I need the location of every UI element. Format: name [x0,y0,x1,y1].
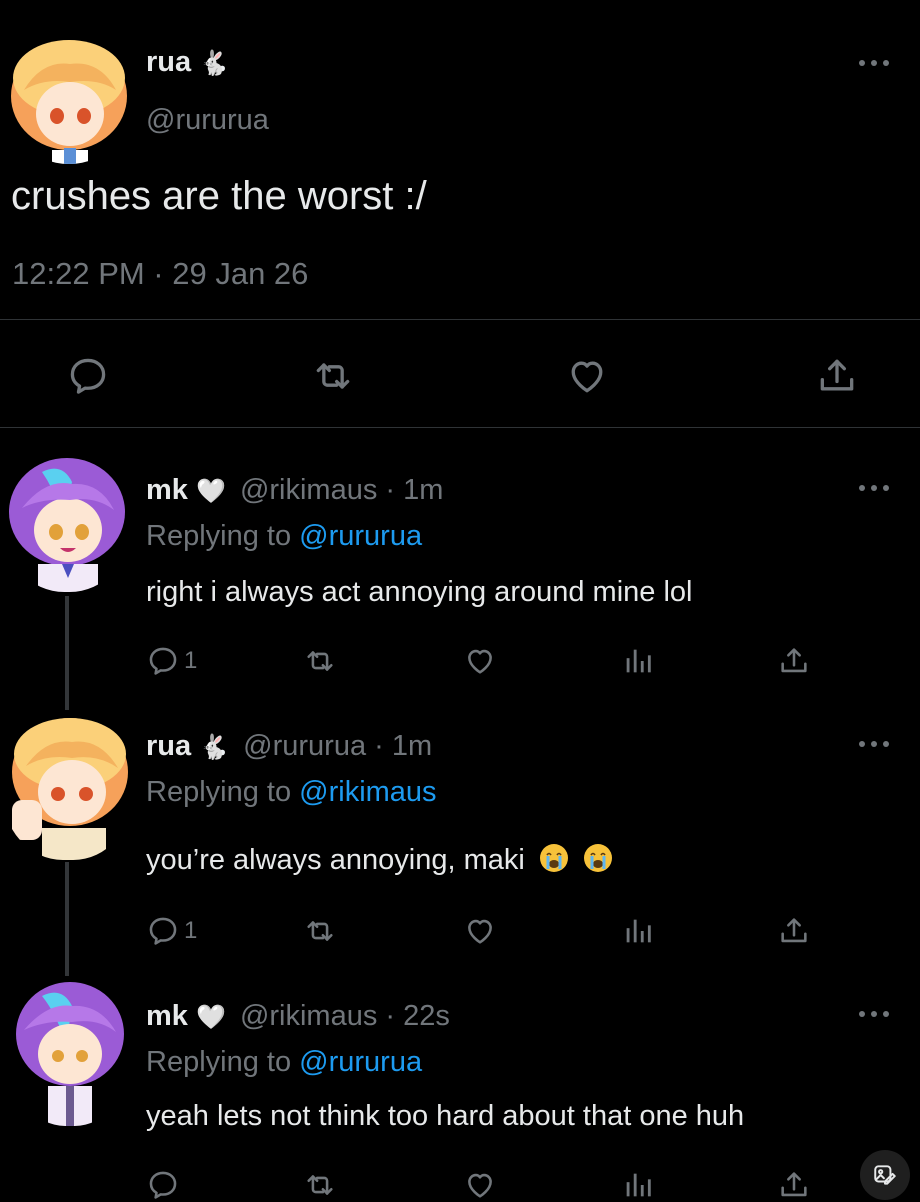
replying-to-link[interactable]: @rururua [299,1046,422,1078]
share-icon[interactable] [815,354,859,398]
timestamp[interactable]: 12:22 PM · 29 Jan 26 [12,256,308,292]
crying-emoji-icon [583,843,613,881]
views-icon[interactable] [621,914,655,948]
retweet-icon[interactable] [311,354,355,398]
replying-label: Replying to [146,520,292,552]
rabbit-emoji-icon: 🐇 [199,50,230,77]
retweet-icon[interactable] [303,1168,337,1202]
replying-to-link[interactable]: @rikimaus [299,776,436,808]
avatar[interactable] [10,976,130,1126]
display-name[interactable]: mk [146,474,188,506]
handle[interactable]: @rururua [146,104,269,137]
share-icon[interactable] [777,1168,811,1202]
more-icon[interactable] [856,483,892,497]
handle-time[interactable]: @rikimaus · 22s [240,1000,450,1032]
more-icon[interactable] [856,1009,892,1023]
views-icon[interactable] [621,644,655,678]
retweet-icon[interactable] [303,914,337,948]
avatar[interactable] [2,452,132,592]
thread-line [65,862,69,978]
divider [0,427,920,428]
reply-icon[interactable] [146,914,180,948]
like-icon[interactable] [463,1168,497,1202]
reply-icon[interactable] [146,644,180,678]
tweet-text: crushes are the worst :/ [11,174,427,218]
tweet-text: yeah lets not think too hard about that … [146,1100,745,1132]
reply-icon[interactable] [66,354,110,398]
reply-count: 1 [184,647,198,674]
replying-to-link[interactable]: @rururua [299,520,422,552]
reply-count: 1 [184,917,198,944]
display-name[interactable]: rua [146,46,191,78]
divider [0,319,920,320]
white-heart-icon: 🤍 [195,1004,226,1031]
handle-time[interactable]: @rikimaus · 1m [240,474,443,506]
share-icon[interactable] [777,914,811,948]
replying-label: Replying to [146,1046,292,1078]
handle-time[interactable]: @rururua · 1m [243,730,432,762]
thread-line [65,596,69,712]
reply-icon[interactable] [146,1168,180,1202]
tweet-text: right i always act annoying around mine … [146,576,693,608]
replying-label: Replying to [146,776,292,808]
rabbit-emoji-icon: 🐇 [199,734,230,761]
display-name[interactable]: rua [146,730,191,762]
image-edit-button[interactable] [860,1150,910,1200]
share-icon[interactable] [777,644,811,678]
retweet-icon[interactable] [303,644,337,678]
crying-emoji-icon [539,843,569,881]
image-edit-icon [872,1162,898,1188]
like-icon[interactable] [565,354,609,398]
avatar[interactable] [2,30,136,164]
like-icon[interactable] [463,644,497,678]
views-icon[interactable] [621,1168,655,1202]
avatar[interactable] [2,710,134,860]
tweet-text: you’re always annoying, maki [146,844,525,876]
white-heart-icon: 🤍 [195,478,226,505]
like-icon[interactable] [463,914,497,948]
more-icon[interactable] [856,58,892,72]
display-name[interactable]: mk [146,1000,188,1032]
more-icon[interactable] [856,739,892,753]
